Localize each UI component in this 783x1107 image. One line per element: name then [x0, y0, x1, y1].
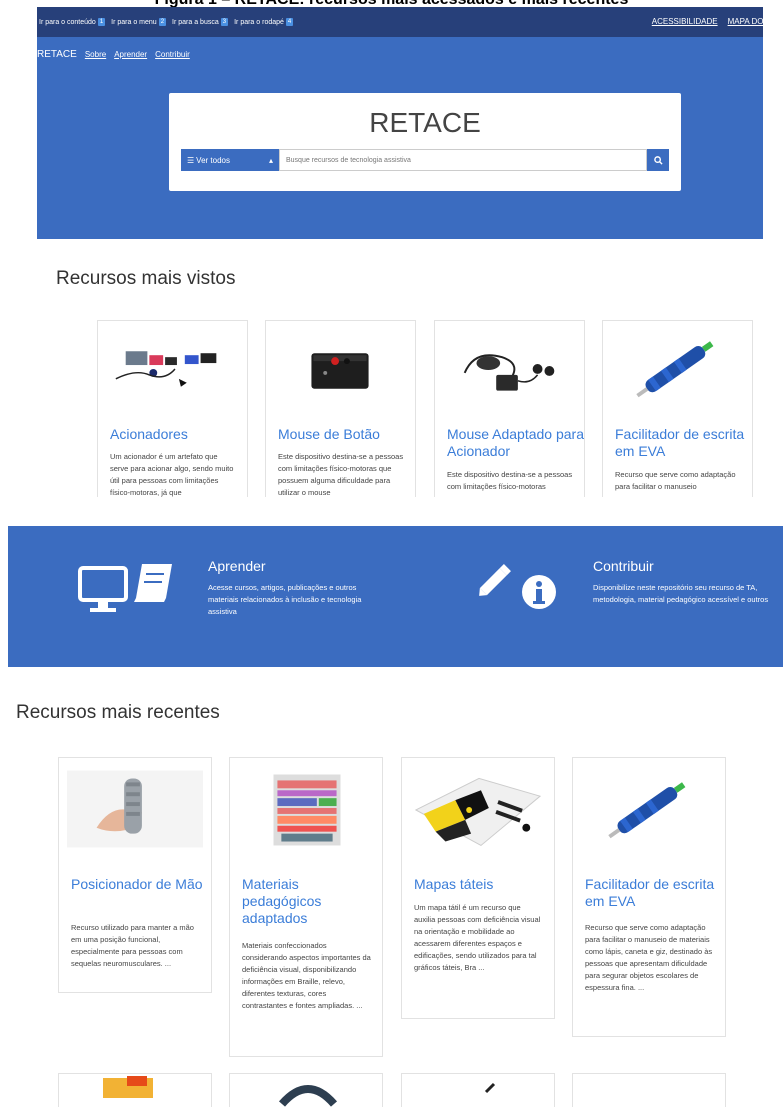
search-title: RETACE — [369, 107, 481, 138]
resource-card-partial[interactable] — [58, 1073, 212, 1107]
nav-link-aprender[interactable]: Aprender — [114, 50, 147, 59]
accessibility-bar: Ir para o conteúdo 1 Ir para o menu 2 Ir p… — [37, 7, 763, 37]
resource-card-materiais[interactable]: Materiais pedagógicos adaptados Materiai… — [229, 757, 383, 1057]
resource-image — [463, 354, 555, 391]
card-title: Mapas táteis — [414, 876, 494, 892]
skip-link-footer[interactable]: Ir para o rodapé 4 — [234, 18, 294, 26]
resource-card-facilitador-recent[interactable]: Facilitador de escrita em EVA Recurso qu… — [572, 757, 726, 1037]
main-nav: RETACE Sobre Aprender Contribuir — [37, 49, 190, 60]
resource-image — [115, 351, 217, 387]
info-icon — [522, 575, 556, 609]
resource-image — [484, 1082, 496, 1094]
search-icon — [653, 155, 663, 165]
resource-card-posicionador[interactable]: Posicionador de Mão Recurso utilizado pa… — [58, 757, 212, 993]
card-description: Recurso que serve como adaptação para fa… — [585, 923, 713, 992]
resource-card-mapas[interactable]: Mapas táteis Um mapa tátil é um recurso … — [401, 757, 555, 1019]
card-description: Materiais confeccionados considerando as… — [242, 941, 371, 1010]
card-title: Facilitador de escrita em EVA — [615, 426, 745, 459]
learn-title[interactable]: Aprender — [208, 558, 266, 574]
resource-card-partial[interactable] — [572, 1073, 726, 1107]
skip-link-menu[interactable]: Ir para o menu 2 — [111, 18, 167, 26]
resource-image — [414, 777, 542, 847]
resource-image — [103, 1076, 153, 1098]
resource-image — [273, 774, 341, 846]
accessibility-link[interactable]: ACESSIBILIDADE — [652, 17, 718, 26]
card-title: Mouse Adaptado para Acionador — [447, 426, 584, 459]
card-title: Acionadores — [110, 426, 188, 442]
resource-card-acionadores[interactable]: Acionadores Um acionador é um artefato q… — [97, 320, 248, 497]
sitemap-link[interactable]: MAPA DO S — [728, 17, 763, 26]
skip-link-content[interactable]: Ir para o conteúdo 1 — [39, 18, 106, 26]
card-title: Facilitador de escrita em EVA — [585, 876, 715, 909]
list-icon: ☰ — [187, 155, 195, 165]
card-title: Materiais pedagógicos adaptados — [242, 876, 322, 926]
resource-image — [278, 1085, 338, 1107]
contribute-title[interactable]: Contribuir — [593, 558, 654, 574]
resource-image — [67, 770, 203, 848]
monitor-icon — [78, 566, 128, 612]
learn-description: Acesse cursos, artigos, publicações e ou… — [208, 583, 362, 616]
search-input[interactable]: Busque recursos de tecnologia assistiva — [279, 149, 647, 171]
search-button[interactable] — [647, 149, 669, 171]
card-description: Este dispositivo destina-se a pessoas co… — [447, 470, 573, 491]
card-description: Recurso utilizado para manter a mão em u… — [71, 923, 194, 968]
resource-card-mouse-botao[interactable]: Mouse de Botão Este dispositivo destina-… — [265, 320, 416, 497]
resource-image — [636, 341, 714, 398]
resource-card-mouse-adaptado[interactable]: Mouse Adaptado para Acionador Este dispo… — [434, 320, 585, 497]
resource-image — [311, 353, 369, 389]
card-description: Um acionador é um artefato que serve par… — [110, 452, 234, 497]
recent-heading: Recursos mais recentes — [16, 702, 220, 723]
book-icon — [134, 564, 172, 602]
search-panel: RETACE ☰ Ver todos ▴ Busque recursos de … — [169, 93, 681, 191]
card-description: Este dispositivo destina-se a pessoas co… — [278, 452, 404, 497]
feature-band: Aprender Acesse cursos, artigos, publica… — [8, 526, 783, 667]
caret-down-icon: ▴ — [268, 155, 273, 165]
most-viewed-heading: Recursos mais vistos — [56, 268, 236, 289]
skip-link-search[interactable]: Ir para a busca 3 — [172, 18, 229, 26]
resource-image — [608, 782, 686, 839]
resource-card-facilitador[interactable]: Facilitador de escrita em EVA Recurso qu… — [602, 320, 753, 497]
card-description: Um mapa tátil é um recurso que auxilia p… — [414, 903, 541, 972]
resource-card-partial[interactable] — [229, 1073, 383, 1107]
card-title: Posicionador de Mão — [71, 876, 203, 892]
nav-link-sobre[interactable]: Sobre — [85, 50, 106, 59]
contribute-description: Disponibilize neste repositório seu recu… — [593, 583, 769, 604]
brand-logo[interactable]: RETACE — [37, 49, 77, 60]
resource-card-partial[interactable] — [401, 1073, 555, 1107]
category-select[interactable]: ☰ Ver todos ▴ — [181, 149, 279, 171]
nav-link-contribuir[interactable]: Contribuir — [155, 50, 190, 59]
pencil-icon — [479, 564, 511, 596]
card-description: Recurso que serve como adaptação para fa… — [615, 470, 736, 491]
screenshot-most-viewed: Ir para o conteúdo 1 Ir para o menu 2 Ir p… — [37, 7, 763, 497]
card-title: Mouse de Botão — [278, 426, 380, 442]
hero-banner: RETACE Sobre Aprender Contribuir RETACE … — [37, 37, 763, 239]
screenshot-recent: Aprender Acesse cursos, artigos, publica… — [8, 526, 783, 1107]
